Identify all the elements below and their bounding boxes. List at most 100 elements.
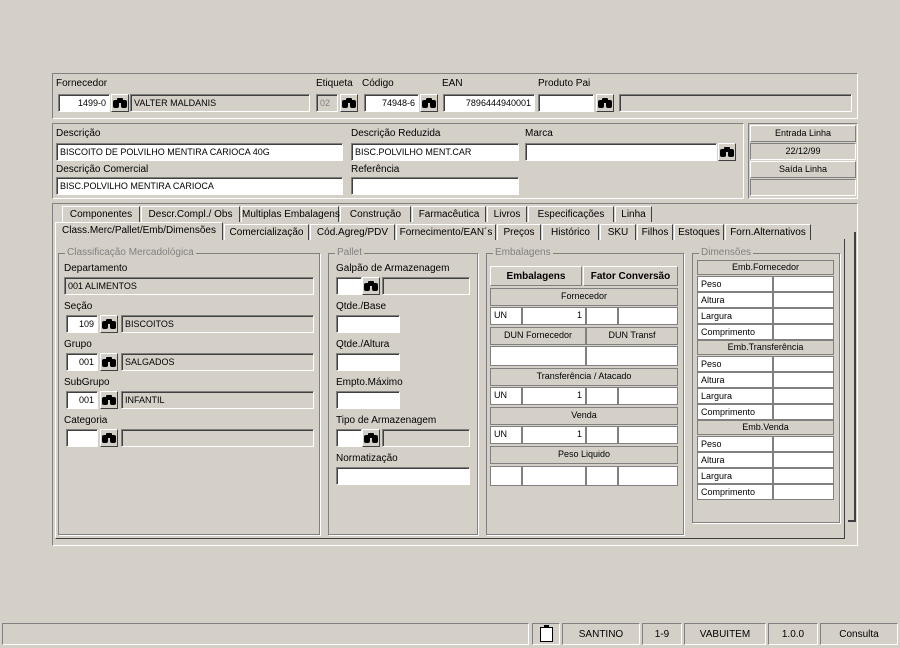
normatizacao-label: Normatização xyxy=(336,453,398,464)
tab-row2-item[interactable]: Histórico xyxy=(542,224,599,240)
emb-venda-y[interactable] xyxy=(618,426,678,444)
galpao-search-button[interactable] xyxy=(362,277,380,295)
peso-liquido-c[interactable] xyxy=(586,466,618,486)
tab-row2-item[interactable]: Cód.Agreg/PDV xyxy=(310,224,395,240)
tab-row2-item[interactable]: SKU xyxy=(600,224,636,240)
subgrupo-label: SubGrupo xyxy=(64,377,110,388)
dim-row-value[interactable] xyxy=(773,372,834,388)
emb-forn-x[interactable] xyxy=(586,307,618,325)
dim-row-value[interactable] xyxy=(773,276,834,292)
peso-liquido-b[interactable] xyxy=(522,466,586,486)
galpao-name-field xyxy=(382,277,470,295)
descricao-reduzida-field[interactable]: BISC.POLVILHO MENT.CAR xyxy=(351,143,519,161)
secao-search-button[interactable] xyxy=(100,315,118,333)
emb-transf-x[interactable] xyxy=(586,387,618,405)
dim-row-value[interactable] xyxy=(773,436,834,452)
binoculars-icon xyxy=(102,319,116,329)
codigo-field[interactable]: 74948-6 xyxy=(364,94,419,112)
classificacao-title: Classificação Mercadológica xyxy=(65,247,196,258)
categoria-code-field[interactable] xyxy=(66,429,98,447)
emb-transf-un[interactable]: UN xyxy=(490,387,522,405)
emb-forn-y[interactable] xyxy=(618,307,678,325)
pallet-title: Pallet xyxy=(335,247,365,258)
dim-row-label: Largura xyxy=(697,388,773,404)
dim-row-value[interactable] xyxy=(773,292,834,308)
dim-row-value[interactable] xyxy=(773,452,834,468)
tipo-armazenagem-search-button[interactable] xyxy=(362,429,380,447)
descricao-comercial-field[interactable]: BISC.POLVILHO MENTIRA CARIOCA xyxy=(56,177,343,195)
produto-pai-field[interactable] xyxy=(538,94,594,112)
dim-group-header: Emb.Fornecedor xyxy=(697,260,834,275)
emb-forn-un[interactable]: UN xyxy=(490,307,522,325)
dim-row-value[interactable] xyxy=(773,404,834,420)
entrada-linha-label: Entrada Linha xyxy=(750,125,856,142)
etiqueta-field[interactable]: 02 xyxy=(316,94,338,112)
emb-venda-qtd[interactable]: 1 xyxy=(522,426,586,444)
binoculars-icon xyxy=(598,98,612,108)
qtde-altura-field[interactable] xyxy=(336,353,400,371)
secao-label: Seção xyxy=(64,301,93,312)
emb-transf-y[interactable] xyxy=(618,387,678,405)
tab-row2-item[interactable]: Fornecimento/EAN´s xyxy=(396,224,496,240)
qtde-altura-label: Qtde./Altura xyxy=(336,339,390,350)
dim-row-label: Comprimento xyxy=(697,324,773,340)
normatizacao-field[interactable] xyxy=(336,467,470,485)
tab-row1-item[interactable]: Componentes xyxy=(62,206,140,222)
dim-row-value[interactable] xyxy=(773,468,834,484)
marca-search-button[interactable] xyxy=(718,143,736,161)
categoria-search-button[interactable] xyxy=(100,429,118,447)
qtde-base-field[interactable] xyxy=(336,315,400,333)
tab-row2-item[interactable]: Estoques xyxy=(674,224,724,240)
tab-row2-item[interactable]: Comercialização xyxy=(224,224,309,240)
produto-pai-search-button[interactable] xyxy=(596,94,614,112)
dim-row-value[interactable] xyxy=(773,388,834,404)
tab-row1-item[interactable]: Farmacêutica xyxy=(412,206,486,222)
binoculars-icon xyxy=(720,147,734,157)
dun-fornecedor-field[interactable] xyxy=(490,346,586,366)
tab-row1-item[interactable]: Linha xyxy=(615,206,652,222)
subgrupo-code-field[interactable]: 001 xyxy=(66,391,98,409)
peso-liquido-d[interactable] xyxy=(618,466,678,486)
dim-row-label: Peso xyxy=(697,436,773,452)
fornecedor-search-button[interactable] xyxy=(111,94,129,112)
dim-row-value[interactable] xyxy=(773,308,834,324)
tab-row1-item[interactable]: Especificações xyxy=(528,206,614,222)
referencia-label: Referência xyxy=(351,164,400,175)
tab-row2-item[interactable]: Filhos xyxy=(637,224,673,240)
tab-row1-item[interactable]: Multiplas Embalagens xyxy=(241,206,340,222)
peso-liquido-a[interactable] xyxy=(490,466,522,486)
status-clipboard[interactable] xyxy=(532,623,560,645)
tab-row1-item[interactable]: Descr.Compl./ Obs xyxy=(141,206,240,222)
ean-field[interactable]: 7896444940001 xyxy=(443,94,535,112)
codigo-search-button[interactable] xyxy=(420,94,438,112)
tab-row1-item[interactable]: Livros xyxy=(487,206,527,222)
dim-row-value[interactable] xyxy=(773,356,834,372)
fornecedor-code-field[interactable]: 1499-0 xyxy=(58,94,110,112)
secao-code-field[interactable]: 109 xyxy=(66,315,98,333)
grupo-code-field[interactable]: 001 xyxy=(66,353,98,371)
tab-row1-item[interactable]: Construção xyxy=(340,206,411,222)
descricao-field[interactable]: BISCOITO DE POLVILHO MENTIRA CARIOCA 40G xyxy=(56,143,343,161)
emb-transf-qtd[interactable]: 1 xyxy=(522,387,586,405)
dim-row-value[interactable] xyxy=(773,484,834,500)
status-version-id: 1-9 xyxy=(642,623,682,645)
produto-pai-label: Produto Pai xyxy=(538,78,591,89)
etiqueta-search-button[interactable] xyxy=(340,94,358,112)
subgrupo-search-button[interactable] xyxy=(100,391,118,409)
tab-row2-item[interactable]: Class.Merc/Pallet/Emb/Dimensões xyxy=(55,222,223,240)
empto-maximo-field[interactable] xyxy=(336,391,400,409)
referencia-field[interactable] xyxy=(351,177,519,195)
marca-field[interactable] xyxy=(525,143,717,161)
descricao-reduzida-label: Descrição Reduzida xyxy=(351,128,441,139)
emb-venda-un[interactable]: UN xyxy=(490,426,522,444)
dim-row-value[interactable] xyxy=(773,324,834,340)
categoria-name-field xyxy=(121,429,314,447)
tipo-armazenagem-code-field[interactable] xyxy=(336,429,362,447)
dun-transf-field[interactable] xyxy=(586,346,678,366)
galpao-code-field[interactable] xyxy=(336,277,362,295)
emb-venda-x[interactable] xyxy=(586,426,618,444)
emb-forn-qtd[interactable]: 1 xyxy=(522,307,586,325)
tab-row2-item[interactable]: Preços xyxy=(497,224,541,240)
tab-row2-item[interactable]: Forn.Alternativos xyxy=(725,224,811,240)
grupo-search-button[interactable] xyxy=(100,353,118,371)
